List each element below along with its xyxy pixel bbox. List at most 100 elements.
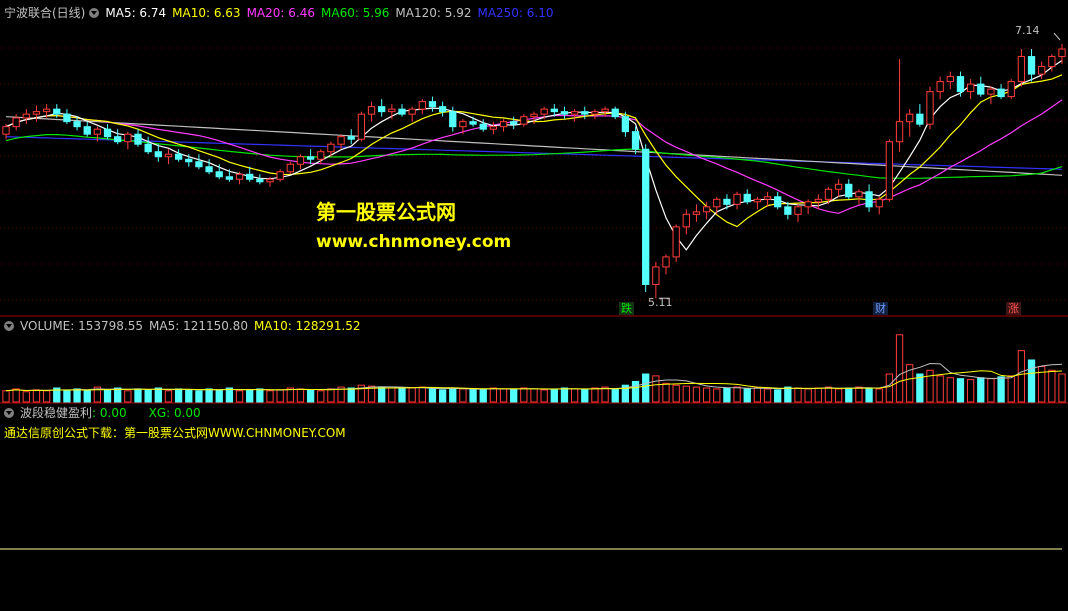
volume-bar: [114, 387, 122, 403]
candle-body: [906, 113, 914, 123]
tag-die[interactable]: 跌: [619, 302, 634, 315]
candle-body: [347, 136, 355, 140]
candle-body: [946, 76, 954, 83]
volume-bar: [784, 386, 792, 403]
volume-bar: [73, 388, 81, 403]
candle-body: [438, 106, 447, 113]
candle-body: [296, 156, 305, 165]
volume-bar: [824, 386, 833, 403]
candle-body: [469, 121, 477, 125]
volume-bar: [1007, 375, 1015, 403]
candle-body: [337, 136, 345, 145]
vol-ma10-label: MA10: 128291.52: [253, 319, 361, 333]
volume-bar: [144, 389, 152, 403]
volume-bar: [479, 388, 487, 403]
volume-bar: [702, 387, 711, 403]
volume-bar: [581, 389, 589, 403]
candle-body: [42, 108, 51, 113]
volume-bar: [875, 388, 883, 403]
candle-body: [489, 126, 498, 130]
ma20-label: MA20: 6.46: [246, 6, 315, 20]
promo-text: 通达信原创公式下载：第一股票公式网WWW.CHNMONEY.COM: [4, 426, 346, 440]
candle-body: [185, 158, 193, 163]
volume-bar: [733, 386, 741, 403]
volume-bar: [794, 387, 802, 403]
volume-bar: [713, 388, 721, 403]
candle-body: [63, 113, 71, 123]
volume-bar: [601, 386, 609, 403]
candle-body: [510, 121, 518, 125]
candle-body: [428, 101, 437, 108]
candle-body: [885, 141, 894, 200]
candle-body: [367, 106, 376, 115]
candle-body: [459, 121, 467, 128]
volume-bar: [174, 388, 183, 403]
volume-bar: [42, 390, 51, 403]
candle-body: [1017, 56, 1026, 83]
tag-zhang[interactable]: 涨: [1006, 302, 1021, 315]
candle-body: [591, 111, 599, 115]
stock-chart[interactable]: [0, 0, 1068, 611]
volume-bar: [124, 390, 132, 403]
volume-bar: [449, 387, 457, 403]
volume-bar: [499, 388, 508, 403]
volume-bar: [1058, 373, 1066, 403]
volume-bar: [235, 390, 244, 403]
volume-bar: [378, 386, 386, 403]
volume-bar: [763, 388, 772, 403]
candle-body: [22, 113, 30, 119]
volume-bar: [865, 387, 873, 403]
dropdown-icon[interactable]: [4, 408, 14, 418]
volume-bar: [560, 387, 569, 403]
candle-body: [581, 111, 589, 115]
dropdown-icon[interactable]: [89, 8, 100, 18]
volume-bar: [936, 375, 944, 403]
candle-body: [449, 111, 457, 128]
candle-body: [774, 196, 782, 208]
volume-bar: [723, 387, 731, 403]
candle-body: [246, 173, 254, 180]
volume-bar: [256, 388, 264, 403]
high-price-label: 7.14: [1015, 24, 1040, 37]
candle-body: [144, 143, 152, 153]
volume-bar: [987, 378, 995, 403]
stock-title[interactable]: 宁波联合(日线): [4, 6, 85, 20]
volume-bar: [63, 389, 71, 403]
watermark-url: www.chnmoney.com: [316, 232, 512, 252]
dropdown-icon[interactable]: [4, 321, 14, 331]
candle-body: [327, 143, 335, 153]
volume-bar: [398, 388, 406, 403]
candle-body: [540, 108, 548, 115]
candle-body: [936, 81, 944, 93]
volume-bar: [926, 369, 934, 403]
candle-body: [53, 108, 61, 115]
candle-body: [286, 163, 294, 173]
candle-body: [479, 123, 487, 130]
volume-bar: [804, 388, 812, 403]
volume-bar: [672, 384, 680, 403]
volume-bar: [885, 373, 894, 403]
volume-bar: [296, 388, 305, 403]
volume-bar: [134, 388, 142, 403]
volume-bar: [895, 334, 904, 403]
volume-bar: [966, 379, 975, 403]
volume-bar: [408, 387, 416, 403]
tag-cai[interactable]: 财: [873, 302, 888, 315]
volume-bar: [469, 389, 477, 403]
volume-ma-line: [5, 362, 1063, 392]
volume-bar: [2, 390, 10, 403]
candle-body: [134, 133, 142, 145]
candle-body: [987, 88, 995, 95]
candle-body: [621, 116, 630, 133]
candle-body: [733, 193, 741, 205]
candle-body: [713, 198, 721, 208]
candle-body: [601, 108, 609, 113]
indicator-header: 波段稳健盈利: 0.00 XG: 0.00: [4, 406, 207, 420]
volume-bar: [692, 386, 701, 403]
candle-body: [845, 183, 853, 198]
candle-body: [12, 117, 20, 128]
volume-bar: [570, 388, 579, 403]
candle-body: [306, 156, 315, 160]
volume-label: VOLUME: 153798.55: [20, 319, 143, 333]
candle-body: [570, 111, 579, 115]
